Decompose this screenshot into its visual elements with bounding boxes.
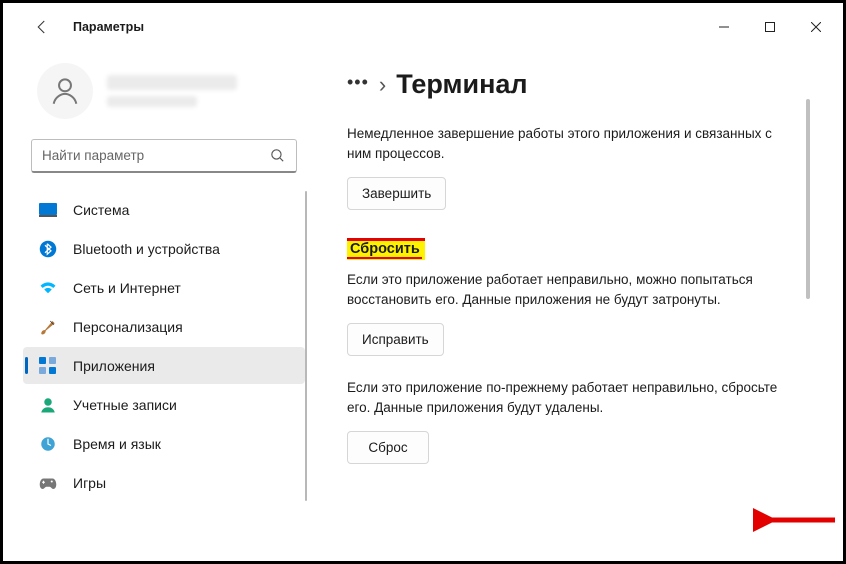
sidebar-nav: Система Bluetooth и устройства Сеть и Ин… [23,191,305,501]
search-input[interactable] [32,148,296,163]
search-icon [269,147,286,167]
search-box[interactable] [31,139,297,173]
maximize-button[interactable] [747,7,793,47]
sidebar: Система Bluetooth и устройства Сеть и Ин… [3,51,313,561]
minimize-button[interactable] [701,7,747,47]
sidebar-item-label: Система [73,202,129,218]
sidebar-item-label: Приложения [73,358,155,374]
wifi-icon [39,279,57,297]
profile-name [107,75,237,90]
sidebar-item-network[interactable]: Сеть и Интернет [23,269,305,306]
sidebar-item-bluetooth[interactable]: Bluetooth и устройства [23,230,305,267]
breadcrumb-more-icon[interactable]: ••• [347,73,369,91]
sidebar-divider [305,191,307,501]
sidebar-item-label: Учетные записи [73,397,177,413]
clock-globe-icon [39,435,57,453]
sidebar-item-accounts[interactable]: Учетные записи [23,386,305,423]
chevron-right-icon: › [379,72,386,98]
repair-button[interactable]: Исправить [347,323,444,356]
sidebar-item-label: Время и язык [73,436,161,452]
apps-icon [39,357,57,375]
terminate-description: Немедленное завершение работы этого прил… [347,124,795,163]
sidebar-item-time-language[interactable]: Время и язык [23,425,305,462]
title-bar: Параметры [3,3,843,51]
accounts-icon [39,396,57,414]
reset-button[interactable]: Сброс [347,431,429,464]
sidebar-item-gaming[interactable]: Игры [23,464,305,501]
terminate-button[interactable]: Завершить [347,177,446,210]
sidebar-item-label: Сеть и Интернет [73,280,181,296]
close-button[interactable] [793,7,839,47]
sidebar-item-system[interactable]: Система [23,191,305,228]
scrollbar[interactable] [805,69,813,561]
window-title: Параметры [73,20,144,34]
breadcrumb: ••• › Терминал [347,69,795,100]
profile-block[interactable] [37,63,297,119]
reset-description: Если это приложение по-прежнему работает… [347,378,795,417]
system-icon [39,201,57,219]
sidebar-item-label: Персонализация [73,319,183,335]
profile-email [107,96,197,107]
main-content: ••• › Терминал Немедленное завершение ра… [313,51,843,561]
sidebar-item-apps[interactable]: Приложения [23,347,305,384]
window-controls [701,7,839,47]
back-button[interactable] [31,16,53,38]
avatar [37,63,93,119]
gaming-icon [39,474,57,492]
sidebar-item-label: Игры [73,475,106,491]
repair-description: Если это приложение работает неправильно… [347,270,795,309]
page-title: Терминал [396,69,527,100]
brush-icon [39,318,57,336]
reset-heading: Сбросить [347,238,425,260]
sidebar-item-label: Bluetooth и устройства [73,241,220,257]
bluetooth-icon [39,240,57,258]
sidebar-item-personalization[interactable]: Персонализация [23,308,305,345]
